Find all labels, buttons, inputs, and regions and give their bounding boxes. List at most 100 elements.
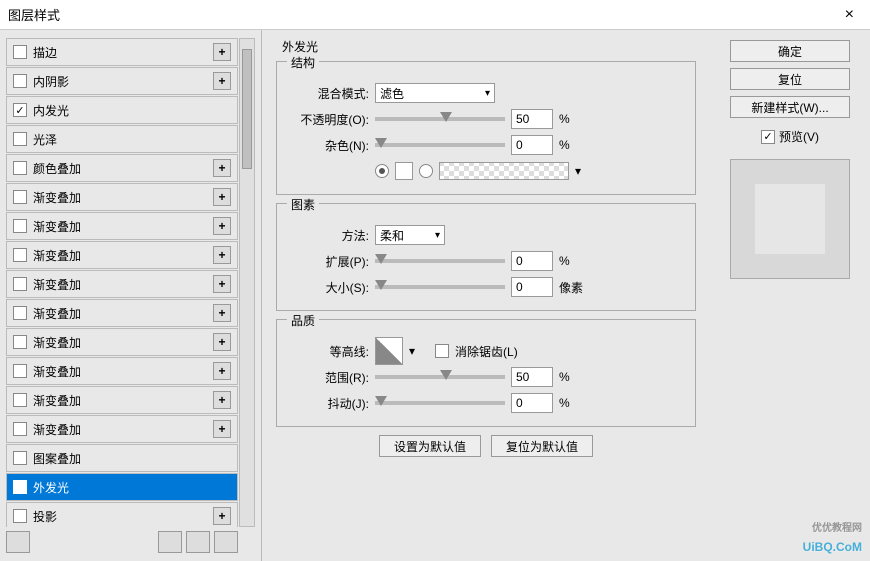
method-select[interactable]: 柔和 ▾ (375, 225, 445, 245)
style-item[interactable]: 渐变叠加+ (6, 328, 238, 356)
style-checkbox[interactable] (13, 219, 27, 233)
style-checkbox[interactable] (13, 248, 27, 262)
add-icon[interactable]: + (213, 362, 231, 380)
style-item[interactable]: 渐变叠加+ (6, 212, 238, 240)
style-item[interactable]: 渐变叠加+ (6, 241, 238, 269)
add-icon[interactable]: + (213, 275, 231, 293)
style-checkbox[interactable] (13, 393, 27, 407)
style-checkbox[interactable] (13, 335, 27, 349)
jitter-slider[interactable] (375, 401, 505, 405)
elements-group: 图素 方法: 柔和 ▾ 扩展(P): 0 % 大小(S): 0 像素 (276, 203, 696, 311)
action-panel: 确定 复位 新建样式(W)... ✓ 预览(V) (710, 30, 870, 561)
style-item[interactable]: 渐变叠加+ (6, 270, 238, 298)
range-slider[interactable] (375, 375, 505, 379)
style-item[interactable]: 图案叠加 (6, 444, 238, 472)
style-label: 投影 (33, 508, 213, 525)
style-checkbox[interactable]: ✓ (13, 103, 27, 117)
style-checkbox[interactable] (13, 306, 27, 320)
panel-title: 外发光 (276, 38, 696, 55)
new-style-button[interactable]: 新建样式(W)... (730, 96, 850, 118)
style-item[interactable]: 描边+ (6, 38, 238, 66)
blend-label: 混合模式: (289, 85, 369, 102)
fx-menu-button[interactable] (6, 531, 30, 553)
color-radio[interactable] (375, 164, 389, 178)
opacity-input[interactable]: 50 (511, 109, 553, 129)
gradient-picker[interactable] (439, 162, 569, 180)
cancel-button[interactable]: 复位 (730, 68, 850, 90)
add-icon[interactable]: + (213, 159, 231, 177)
style-item[interactable]: 光泽 (6, 125, 238, 153)
contour-picker[interactable] (375, 337, 403, 365)
spread-slider[interactable] (375, 259, 505, 263)
size-slider[interactable] (375, 285, 505, 289)
style-checkbox[interactable] (13, 277, 27, 291)
range-input[interactable]: 50 (511, 367, 553, 387)
contour-label: 等高线: (289, 343, 369, 360)
style-checkbox[interactable] (13, 132, 27, 146)
style-checkbox[interactable] (13, 190, 27, 204)
antialias-checkbox[interactable] (435, 344, 449, 358)
style-label: 渐变叠加 (33, 305, 213, 322)
add-icon[interactable]: + (213, 217, 231, 235)
glow-color-swatch[interactable] (395, 162, 413, 180)
make-default-button[interactable]: 设置为默认值 (379, 435, 481, 457)
style-item[interactable]: 渐变叠加+ (6, 183, 238, 211)
noise-input[interactable]: 0 (511, 135, 553, 155)
close-icon[interactable]: × (837, 6, 862, 24)
style-item[interactable]: 颜色叠加+ (6, 154, 238, 182)
method-label: 方法: (289, 227, 369, 244)
style-label: 描边 (33, 44, 213, 61)
style-checkbox[interactable] (13, 45, 27, 59)
noise-label: 杂色(N): (289, 137, 369, 154)
style-label: 渐变叠加 (33, 218, 213, 235)
style-item[interactable]: ✓内发光 (6, 96, 238, 124)
chevron-down-icon: ▾ (485, 88, 490, 99)
add-icon[interactable]: + (213, 246, 231, 264)
add-icon[interactable]: + (213, 507, 231, 525)
add-icon[interactable]: + (213, 391, 231, 409)
style-item[interactable]: 投影+ (6, 502, 238, 527)
style-checkbox[interactable] (13, 161, 27, 175)
jitter-input[interactable]: 0 (511, 393, 553, 413)
style-checkbox[interactable] (13, 364, 27, 378)
chevron-down-icon[interactable]: ▾ (409, 344, 415, 358)
style-item[interactable]: 渐变叠加+ (6, 357, 238, 385)
add-icon[interactable]: + (213, 420, 231, 438)
up-button[interactable] (158, 531, 182, 553)
style-checkbox[interactable] (13, 451, 27, 465)
chevron-down-icon: ▾ (435, 230, 440, 241)
preview-checkbox[interactable]: ✓ (761, 130, 775, 144)
reset-default-button[interactable]: 复位为默认值 (491, 435, 593, 457)
opacity-slider[interactable] (375, 117, 505, 121)
style-checkbox[interactable] (13, 422, 27, 436)
gradient-radio[interactable] (419, 164, 433, 178)
style-item[interactable]: 渐变叠加+ (6, 415, 238, 443)
size-label: 大小(S): (289, 279, 369, 296)
style-label: 光泽 (33, 131, 231, 148)
spread-input[interactable]: 0 (511, 251, 553, 271)
style-label: 渐变叠加 (33, 276, 213, 293)
ok-button[interactable]: 确定 (730, 40, 850, 62)
style-item[interactable]: 渐变叠加+ (6, 386, 238, 414)
range-unit: % (559, 370, 583, 384)
chevron-down-icon[interactable]: ▾ (575, 164, 581, 178)
style-checkbox[interactable] (13, 74, 27, 88)
noise-slider[interactable] (375, 143, 505, 147)
scroll-thumb[interactable] (242, 49, 252, 169)
add-icon[interactable]: + (213, 72, 231, 90)
style-item[interactable]: 内阴影+ (6, 67, 238, 95)
add-icon[interactable]: + (213, 304, 231, 322)
scrollbar[interactable] (239, 38, 255, 527)
add-icon[interactable]: + (213, 188, 231, 206)
blend-mode-select[interactable]: 滤色 ▾ (375, 83, 495, 103)
style-checkbox[interactable]: ✓ (13, 480, 27, 494)
add-icon[interactable]: + (213, 43, 231, 61)
style-item[interactable]: ✓外发光 (6, 473, 238, 501)
style-checkbox[interactable] (13, 509, 27, 523)
add-icon[interactable]: + (213, 333, 231, 351)
delete-button[interactable] (214, 531, 238, 553)
down-button[interactable] (186, 531, 210, 553)
size-input[interactable]: 0 (511, 277, 553, 297)
style-item[interactable]: 渐变叠加+ (6, 299, 238, 327)
style-label: 颜色叠加 (33, 160, 213, 177)
